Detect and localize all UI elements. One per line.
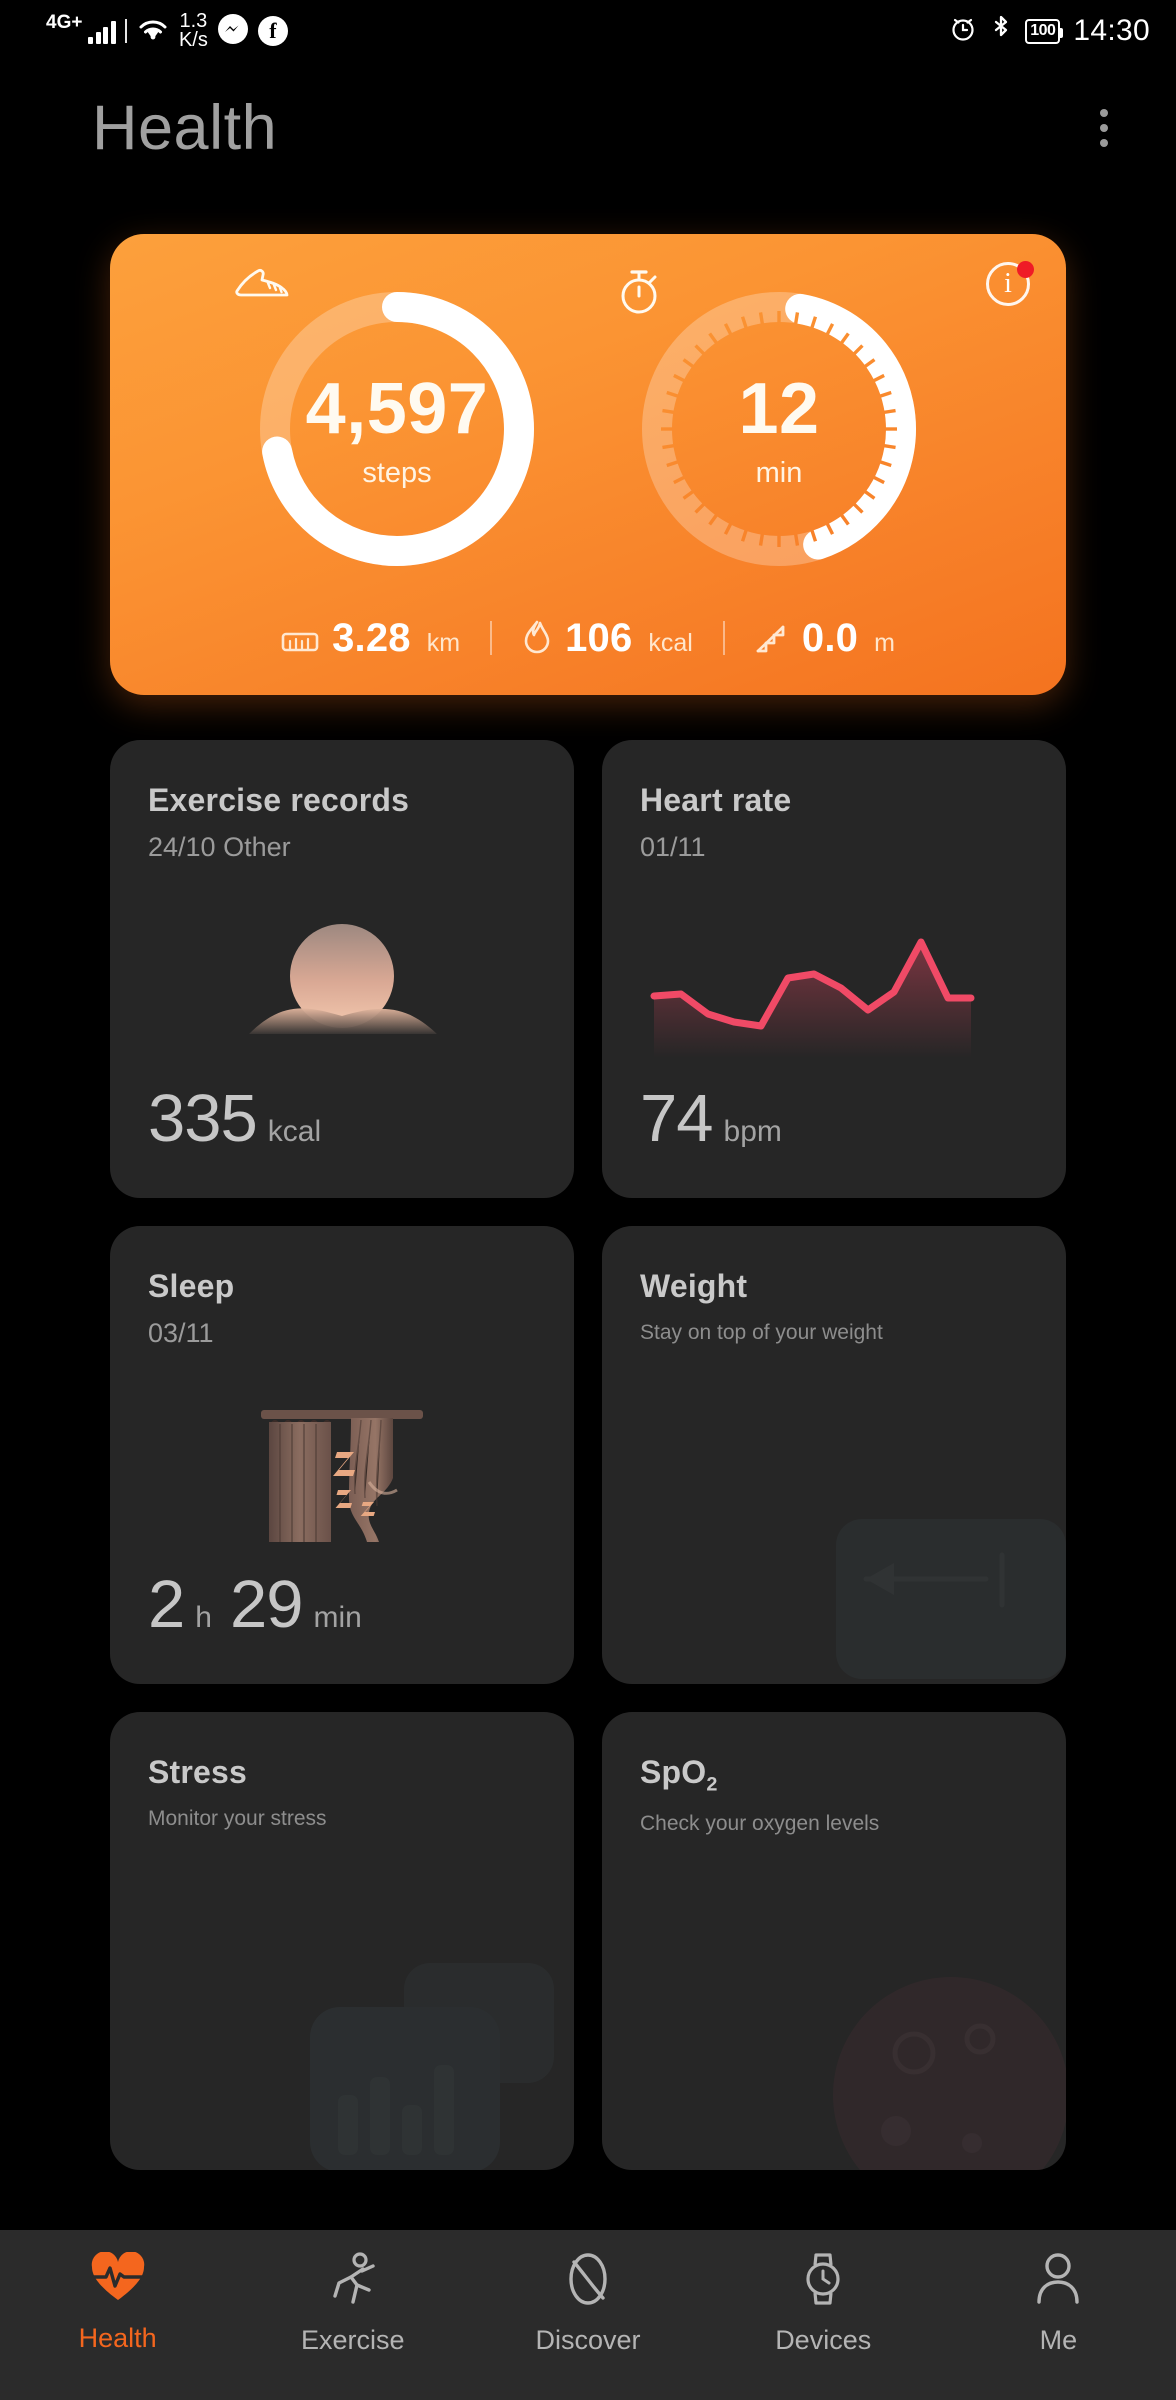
- steps-ring-center: 4,597 steps: [232, 264, 562, 594]
- health-cards-grid: Exercise records 24/10 Other 335 kcal He…: [110, 740, 1066, 2170]
- info-icon[interactable]: i: [986, 261, 1034, 308]
- facebook-icon: f: [257, 16, 288, 46]
- steps-unit: steps: [362, 456, 432, 489]
- stat-calories: 106 kcal: [492, 615, 723, 661]
- network-type-label: 4G+: [46, 11, 83, 33]
- heart-rate-unit: bpm: [723, 1115, 782, 1148]
- card-title: Weight: [640, 1268, 748, 1304]
- oxygen-illustration: [776, 1945, 1066, 2170]
- exercise-ring-center: 12 min: [614, 264, 944, 594]
- floors-value: 0.0: [801, 615, 859, 660]
- activity-summary-card[interactable]: i 4,597 steps 12 min 3.28 km 106 kcal 0.…: [110, 234, 1066, 695]
- battery-level: 100: [1030, 22, 1056, 39]
- activity-stats-row: 3.28 km 106 kcal 0.0 m: [110, 615, 1066, 661]
- status-bar-left: 4G+ 1.3 K/s f: [46, 11, 288, 51]
- app-header: Health: [0, 62, 1176, 172]
- card-heart-rate[interactable]: Heart rate 01/11 74 bpm: [602, 740, 1066, 1198]
- card-title: Heart rate: [640, 782, 792, 818]
- card-title: Exercise records: [148, 782, 410, 818]
- card-subtitle: Check your oxygen levels: [640, 1812, 880, 1836]
- wifi-icon: [136, 15, 170, 48]
- card-value: 2 h 29 min: [148, 1571, 362, 1638]
- exercise-minutes-ring[interactable]: 12 min: [614, 264, 944, 594]
- heart-pulse-icon: [90, 2251, 146, 2309]
- floors-unit: m: [874, 628, 895, 657]
- exercise-calories-value: 335: [148, 1081, 258, 1156]
- nav-item-discover[interactable]: Discover: [470, 2252, 705, 2356]
- card-value: 74 bpm: [640, 1085, 782, 1152]
- spo2-title-main: SpO: [640, 1754, 707, 1790]
- nav-label: Devices: [775, 2325, 872, 2355]
- status-bar-right: 100 14:30: [949, 14, 1150, 49]
- spo2-title-subscript: 2: [706, 1773, 718, 1796]
- calories-unit: kcal: [648, 629, 693, 657]
- card-subtitle: 24/10 Other: [148, 832, 291, 862]
- card-spo2[interactable]: SpO2 Check your oxygen levels: [602, 1712, 1066, 2170]
- card-subtitle: 01/11: [640, 832, 706, 862]
- activity-rings: 4,597 steps 12 min: [110, 234, 1066, 594]
- card-sleep[interactable]: Sleep 03/11 2 h 29 min: [110, 1226, 574, 1684]
- nav-label: Me: [1039, 2325, 1078, 2355]
- calories-value: 106: [565, 616, 633, 660]
- nav-label: Discover: [535, 2325, 641, 2355]
- signal-strength-icon: [88, 18, 116, 44]
- notification-dot: [1017, 261, 1034, 278]
- stat-floors: 0.0 m: [725, 616, 925, 661]
- exercise-minutes-unit: min: [755, 456, 803, 489]
- sunrise-illustration: [110, 918, 574, 1053]
- battery-indicator: 100: [1025, 18, 1064, 44]
- steps-ring[interactable]: 4,597 steps: [232, 264, 562, 594]
- data-speed-indicator: 1.3 K/s: [178, 11, 208, 51]
- card-value: 335 kcal: [148, 1085, 321, 1152]
- sleep-hours-value: 2: [148, 1567, 185, 1642]
- distance-value: 3.28: [332, 615, 411, 660]
- nav-item-health[interactable]: Health: [0, 2251, 235, 2354]
- nav-item-devices[interactable]: Devices: [706, 2252, 941, 2356]
- stat-distance: 3.28 km: [251, 616, 490, 661]
- stress-chart-illustration: [254, 1945, 574, 2170]
- nav-item-me[interactable]: Me: [941, 2252, 1176, 2356]
- card-exercise-records[interactable]: Exercise records 24/10 Other 335 kcal: [110, 740, 574, 1198]
- card-subtitle: 03/11: [148, 1318, 214, 1348]
- nav-label: Exercise: [301, 2325, 405, 2355]
- data-speed-unit: K/s: [178, 29, 208, 51]
- flame-icon: [522, 619, 552, 660]
- card-subtitle: Monitor your stress: [148, 1807, 327, 1830]
- sleep-hours-unit: h: [195, 1601, 212, 1634]
- card-weight[interactable]: Weight Stay on top of your weight: [602, 1226, 1066, 1684]
- sleep-minutes-value: 29: [229, 1567, 304, 1642]
- overflow-menu-icon[interactable]: [1072, 87, 1136, 169]
- exercise-calories-unit: kcal: [267, 1115, 322, 1148]
- messenger-icon: [217, 13, 249, 50]
- status-bar: 4G+ 1.3 K/s f 100 14:30: [0, 0, 1176, 62]
- scale-illustration: [806, 1459, 1066, 1684]
- distance-unit: km: [426, 628, 461, 657]
- stairs-icon: [755, 623, 789, 660]
- nav-item-exercise[interactable]: Exercise: [235, 2252, 470, 2356]
- card-title: Stress: [148, 1754, 248, 1790]
- exercise-minutes-value: 12: [738, 368, 820, 449]
- watch-icon: [797, 2252, 849, 2311]
- running-person-icon: [327, 2252, 379, 2311]
- clock-time: 14:30: [1073, 14, 1150, 47]
- sleep-minutes-unit: min: [313, 1601, 362, 1634]
- distance-ruler-icon: [281, 629, 319, 660]
- heart-rate-value: 74: [640, 1081, 714, 1156]
- card-stress[interactable]: Stress Monitor your stress: [110, 1712, 574, 2170]
- alarm-icon: [949, 15, 977, 48]
- nav-label: Health: [78, 2323, 157, 2353]
- steps-value: 4,597: [305, 368, 489, 449]
- person-icon: [1032, 2252, 1084, 2311]
- page-title: Health: [92, 93, 278, 163]
- status-divider: [124, 19, 127, 43]
- card-title: SpO2: [640, 1754, 1028, 1796]
- card-title: Sleep: [148, 1268, 235, 1304]
- bluetooth-icon: [990, 14, 1012, 49]
- compass-icon: [562, 2252, 614, 2311]
- card-subtitle: Stay on top of your weight: [640, 1321, 883, 1344]
- heart-rate-line-chart: [646, 930, 1046, 1058]
- bottom-navigation: Health Exercise Discover Devices Me: [0, 2230, 1176, 2400]
- curtains-sleep-illustration: [110, 1398, 574, 1548]
